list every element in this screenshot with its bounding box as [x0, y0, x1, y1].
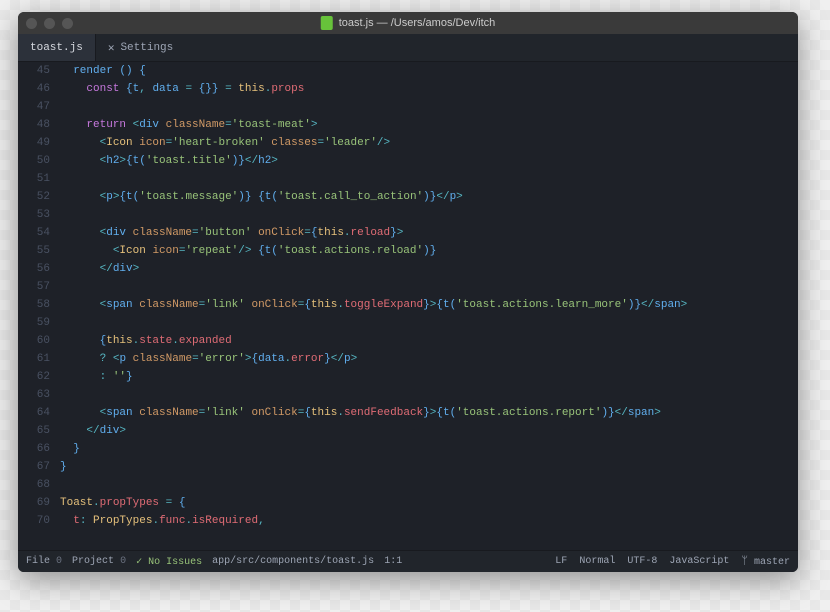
- line-number: 70: [18, 512, 50, 530]
- titlebar: toast.js — /Users/amos/Dev/itch: [18, 12, 798, 34]
- line-number: 62: [18, 368, 50, 386]
- line-number: 69: [18, 494, 50, 512]
- line-number: 63: [18, 386, 50, 404]
- code-line[interactable]: render () {: [60, 62, 798, 80]
- line-number: 56: [18, 260, 50, 278]
- code-content[interactable]: render () { const {t, data = {}} = this.…: [60, 62, 798, 550]
- file-type-icon: [321, 16, 333, 30]
- linter-project[interactable]: Project 0: [72, 556, 126, 567]
- line-number: 45: [18, 62, 50, 80]
- settings-button[interactable]: ✕ Settings: [96, 41, 185, 55]
- line-number: 61: [18, 350, 50, 368]
- code-line[interactable]: [60, 278, 798, 296]
- title-text: toast.js — /Users/amos/Dev/itch: [339, 17, 496, 29]
- wrench-icon: ✕: [108, 41, 115, 55]
- code-line[interactable]: [60, 98, 798, 116]
- line-number: 49: [18, 134, 50, 152]
- line-number: 59: [18, 314, 50, 332]
- code-line[interactable]: <div className='button' onClick={this.re…: [60, 224, 798, 242]
- window-title: toast.js — /Users/amos/Dev/itch: [321, 16, 496, 30]
- tab-label: toast.js: [30, 42, 83, 54]
- code-line[interactable]: : ''}: [60, 368, 798, 386]
- line-number: 60: [18, 332, 50, 350]
- code-line[interactable]: </div>: [60, 422, 798, 440]
- code-line[interactable]: return <div className='toast-meat'>: [60, 116, 798, 134]
- code-line[interactable]: Toast.propTypes = {: [60, 494, 798, 512]
- line-number: 54: [18, 224, 50, 242]
- tab-bar: toast.js ✕ Settings: [18, 34, 798, 62]
- line-ending[interactable]: LF: [555, 556, 567, 567]
- code-line[interactable]: const {t, data = {}} = this.props: [60, 80, 798, 98]
- line-number-gutter: 4546474849505152535455565758596061626364…: [18, 62, 60, 550]
- line-number: 48: [18, 116, 50, 134]
- code-line[interactable]: {this.state.expanded: [60, 332, 798, 350]
- line-number: 53: [18, 206, 50, 224]
- code-line[interactable]: <span className='link' onClick={this.tog…: [60, 296, 798, 314]
- code-line[interactable]: }: [60, 440, 798, 458]
- branch-icon: [741, 557, 748, 568]
- code-line[interactable]: <span className='link' onClick={this.sen…: [60, 404, 798, 422]
- line-number: 51: [18, 170, 50, 188]
- line-number: 47: [18, 98, 50, 116]
- traffic-lights: [26, 18, 73, 29]
- file-path[interactable]: app/src/components/toast.js: [212, 556, 374, 567]
- code-line[interactable]: ? <p className='error'>{data.error}</p>: [60, 350, 798, 368]
- status-bar: File 0 Project 0 No Issues app/src/compo…: [18, 550, 798, 572]
- minimize-icon[interactable]: [44, 18, 55, 29]
- code-line[interactable]: [60, 314, 798, 332]
- line-number: 66: [18, 440, 50, 458]
- tab-toast-js[interactable]: toast.js: [18, 34, 96, 61]
- git-branch[interactable]: master: [741, 556, 790, 568]
- line-number: 67: [18, 458, 50, 476]
- code-line[interactable]: [60, 386, 798, 404]
- zoom-icon[interactable]: [62, 18, 73, 29]
- language-mode[interactable]: JavaScript: [669, 556, 729, 567]
- editor-area[interactable]: 4546474849505152535455565758596061626364…: [18, 62, 798, 550]
- cursor-position[interactable]: 1:1: [384, 556, 402, 567]
- code-line[interactable]: t: PropTypes.func.isRequired,: [60, 512, 798, 530]
- line-number: 58: [18, 296, 50, 314]
- line-number: 64: [18, 404, 50, 422]
- vim-mode[interactable]: Normal: [579, 556, 615, 567]
- code-line[interactable]: }: [60, 458, 798, 476]
- editor-window: toast.js — /Users/amos/Dev/itch toast.js…: [18, 12, 798, 572]
- line-number: 52: [18, 188, 50, 206]
- line-number: 57: [18, 278, 50, 296]
- code-line[interactable]: </div>: [60, 260, 798, 278]
- line-number: 50: [18, 152, 50, 170]
- code-line[interactable]: [60, 476, 798, 494]
- encoding[interactable]: UTF-8: [627, 556, 657, 567]
- code-line[interactable]: <h2>{t('toast.title')}</h2>: [60, 152, 798, 170]
- code-line[interactable]: <Icon icon='repeat'/> {t('toast.actions.…: [60, 242, 798, 260]
- line-number: 46: [18, 80, 50, 98]
- code-line[interactable]: <p>{t('toast.message')} {t('toast.call_t…: [60, 188, 798, 206]
- check-icon: [136, 557, 142, 568]
- code-line[interactable]: <Icon icon='heart-broken' classes='leade…: [60, 134, 798, 152]
- code-line[interactable]: [60, 170, 798, 188]
- line-number: 55: [18, 242, 50, 260]
- close-icon[interactable]: [26, 18, 37, 29]
- line-number: 68: [18, 476, 50, 494]
- issues-status[interactable]: No Issues: [136, 556, 202, 568]
- code-line[interactable]: [60, 206, 798, 224]
- linter-file[interactable]: File 0: [26, 556, 62, 567]
- line-number: 65: [18, 422, 50, 440]
- settings-label: Settings: [120, 42, 173, 54]
